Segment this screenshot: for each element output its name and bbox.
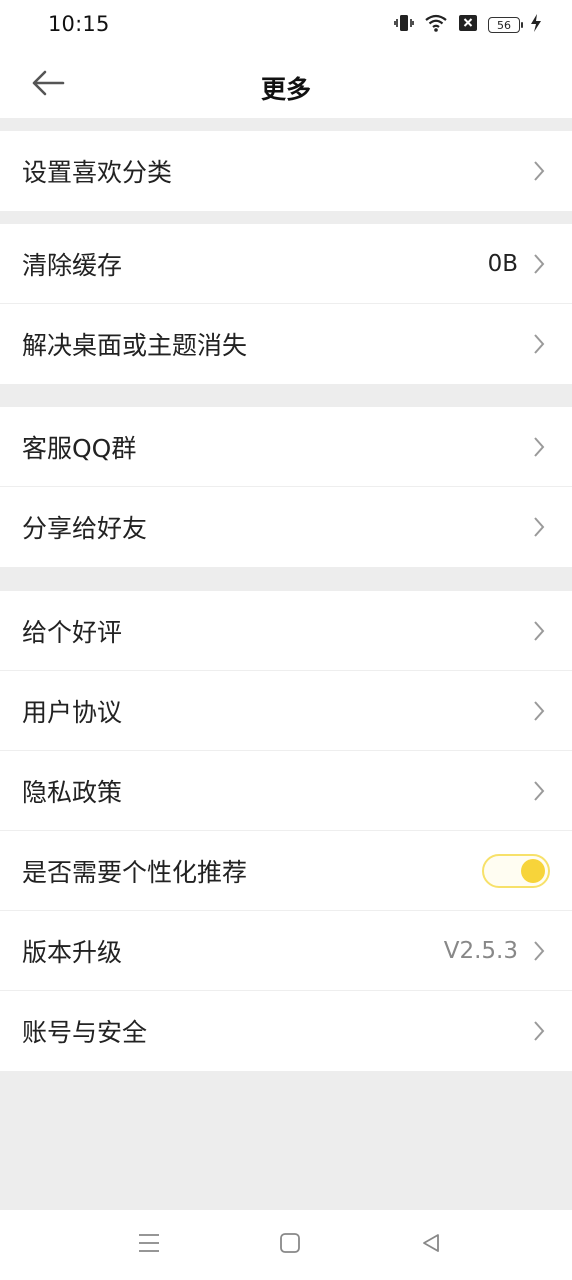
chevron-right-icon bbox=[534, 1021, 545, 1041]
settings-group-1: 设置喜欢分类 bbox=[0, 131, 572, 211]
row-label: 客服QQ群 bbox=[22, 433, 137, 463]
row-label: 账号与安全 bbox=[22, 1018, 148, 1047]
chevron-right-icon bbox=[534, 253, 545, 274]
row-share-friends[interactable]: 分享给好友 bbox=[0, 487, 572, 567]
row-favorite-categories[interactable]: 设置喜欢分类 bbox=[0, 131, 572, 211]
back-triangle-icon bbox=[420, 1232, 442, 1258]
chevron-right-icon bbox=[534, 161, 545, 181]
personalized-recommendation-toggle[interactable] bbox=[482, 853, 550, 888]
row-clear-cache[interactable]: 清除缓存 0B bbox=[0, 224, 572, 304]
menu-icon bbox=[137, 1232, 161, 1258]
home-square-icon bbox=[279, 1232, 301, 1258]
status-icons: 56 bbox=[394, 14, 542, 36]
sim-off-icon bbox=[458, 14, 478, 36]
row-label: 给个好评 bbox=[22, 617, 123, 647]
row-label: 隐私政策 bbox=[22, 777, 123, 807]
chevron-right-icon bbox=[534, 517, 545, 537]
app-bar: 更多 bbox=[0, 52, 572, 118]
row-label: 解决桌面或主题消失 bbox=[22, 331, 248, 360]
row-label: 是否需要个性化推荐 bbox=[22, 857, 248, 887]
chevron-right-icon bbox=[534, 436, 545, 457]
chevron-right-icon bbox=[534, 700, 545, 721]
menu-button[interactable] bbox=[134, 1230, 164, 1260]
settings-group-4: 给个好评 用户协议 隐私政策 是否需要个性化推荐 版本升级 V2.5.3 账号与… bbox=[0, 591, 572, 1071]
battery-icon: 56 bbox=[488, 17, 523, 33]
charging-icon bbox=[530, 13, 542, 37]
row-label: 分享给好友 bbox=[22, 514, 148, 543]
battery-level: 56 bbox=[497, 18, 511, 32]
chevron-right-icon bbox=[534, 334, 545, 354]
row-qq-group[interactable]: 客服QQ群 bbox=[0, 407, 572, 487]
row-label: 用户协议 bbox=[22, 697, 123, 727]
status-bar: 10:15 56 bbox=[0, 0, 572, 52]
row-version-upgrade[interactable]: 版本升级 V2.5.3 bbox=[0, 911, 572, 991]
row-label: 版本升级 bbox=[22, 937, 123, 967]
row-personalized-recommendation: 是否需要个性化推荐 bbox=[0, 831, 572, 911]
chevron-right-icon bbox=[534, 940, 545, 961]
back-nav-button[interactable] bbox=[416, 1230, 446, 1260]
cache-size-value: 0B bbox=[487, 250, 518, 277]
settings-group-3: 客服QQ群 分享给好友 bbox=[0, 407, 572, 567]
chevron-right-icon bbox=[534, 620, 545, 641]
row-label: 设置喜欢分类 bbox=[22, 158, 173, 187]
page-title: 更多 bbox=[260, 75, 311, 104]
row-privacy-policy[interactable]: 隐私政策 bbox=[0, 751, 572, 831]
system-nav-bar bbox=[0, 1210, 572, 1280]
row-label: 清除缓存 bbox=[22, 250, 123, 280]
vibrate-icon bbox=[394, 13, 414, 37]
row-account-security[interactable]: 账号与安全 bbox=[0, 991, 572, 1071]
row-fix-desktop-theme[interactable]: 解决桌面或主题消失 bbox=[0, 304, 572, 384]
home-button[interactable] bbox=[275, 1230, 305, 1260]
status-time: 10:15 bbox=[48, 12, 110, 36]
settings-group-2: 清除缓存 0B 解决桌面或主题消失 bbox=[0, 224, 572, 384]
row-rate-app[interactable]: 给个好评 bbox=[0, 591, 572, 671]
wifi-icon bbox=[424, 13, 448, 37]
row-user-agreement[interactable]: 用户协议 bbox=[0, 671, 572, 751]
version-value: V2.5.3 bbox=[443, 937, 518, 964]
toggle-knob bbox=[521, 858, 545, 883]
chevron-right-icon bbox=[534, 780, 545, 801]
